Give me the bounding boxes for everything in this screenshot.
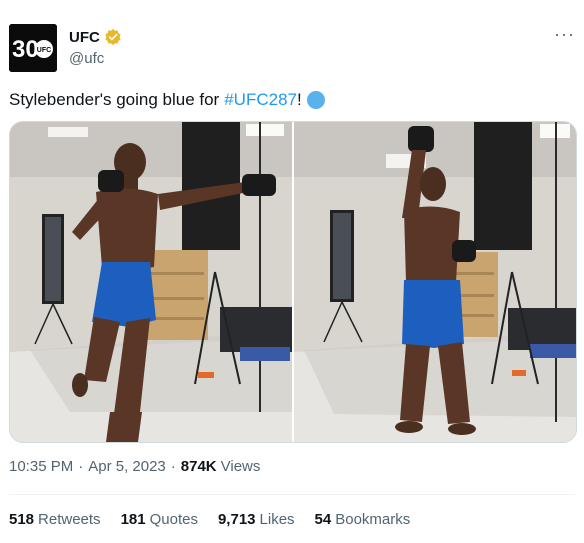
meta-separator: · <box>78 458 84 475</box>
tweet-time[interactable]: 10:35 PM <box>9 458 73 475</box>
stat-count: 54 <box>314 511 332 528</box>
more-options-icon[interactable]: ··· <box>554 25 575 43</box>
views-label: Views <box>220 458 261 475</box>
meta-separator: · <box>170 458 176 475</box>
likes-stat[interactable]: 9,713 Likes <box>218 511 295 528</box>
tweet-date[interactable]: Apr 5, 2023 <box>88 458 166 475</box>
retweets-stat[interactable]: 518 Retweets <box>9 511 101 528</box>
views-count: 874K <box>180 458 217 475</box>
fighter-pose-photo <box>294 122 576 442</box>
tweet-card: 30 UFC UFC @ufc ··· Stylebender's going … <box>0 0 584 543</box>
bookmarks-stat[interactable]: 54 Bookmarks <box>315 511 411 528</box>
display-name[interactable]: UFC <box>69 29 100 46</box>
name-row: UFC <box>69 28 122 46</box>
photo-2[interactable] <box>294 122 576 442</box>
photo-1[interactable] <box>10 122 292 442</box>
fighter-punch-photo <box>10 122 292 442</box>
verified-badge-icon[interactable] <box>104 28 122 46</box>
stat-count: 181 <box>120 511 146 528</box>
avatar-text: 30 <box>12 36 39 63</box>
hashtag-link[interactable]: #UFC287 <box>224 88 297 112</box>
blue-circle-emoji-icon <box>306 91 325 109</box>
stat-label: Retweets <box>38 511 101 528</box>
tweet-meta: 10:35 PM · Apr 5, 2023 · 874K Views <box>9 458 260 475</box>
avatar-badge: UFC <box>37 47 51 54</box>
quotes-stat[interactable]: 181 Quotes <box>121 511 198 528</box>
stat-label: Quotes <box>149 511 198 528</box>
avatar[interactable]: 30 UFC <box>9 24 57 72</box>
stat-count: 9,713 <box>217 511 256 528</box>
stat-count: 518 <box>9 511 35 528</box>
tweet-text: Stylebender's going blue for #UFC287 ! <box>9 88 325 112</box>
engagement-stats: 518 Retweets 181 Quotes 9,713 Likes 54 B… <box>9 511 430 528</box>
media-grid <box>9 121 577 443</box>
avatar-logo-icon: 30 UFC <box>9 24 57 72</box>
tweet-text-body: Stylebender's going blue for <box>9 90 220 109</box>
tweet-text-suffix: ! <box>296 90 302 109</box>
user-handle[interactable]: @ufc <box>69 50 104 67</box>
divider <box>9 494 575 495</box>
stat-label: Bookmarks <box>335 511 411 528</box>
stat-label: Likes <box>259 511 295 528</box>
